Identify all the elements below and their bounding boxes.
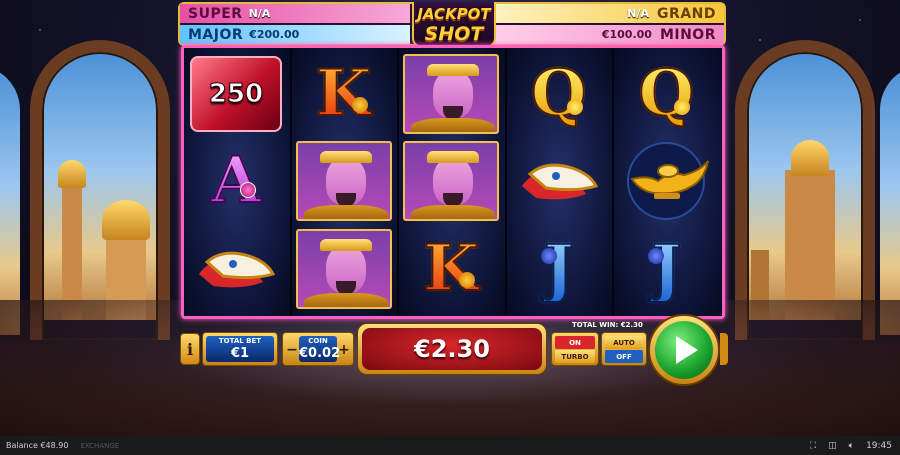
history-icon[interactable]: ◫: [828, 441, 837, 451]
genie-icon: [403, 54, 500, 134]
blue-gem-icon: [540, 248, 557, 264]
control-bar: i TOTAL BET €1 − COIN €0.02 + €2.30 TOTA…: [0, 314, 900, 386]
letter-j-symbol: J: [618, 228, 714, 310]
letter-a: A: [210, 143, 262, 218]
total-bet-panel[interactable]: TOTAL BET €1: [202, 332, 278, 366]
slipper-symbol: [188, 228, 284, 310]
jackpot-minor: €100.00 MINOR: [494, 25, 724, 44]
reel-4: Q J: [506, 48, 615, 316]
jackpot-grand-value: N/A: [627, 7, 650, 20]
right-arch-frame: [735, 40, 875, 340]
letter-q-symbol: Q: [618, 53, 714, 135]
jackpot-minor-label: MINOR: [659, 26, 716, 43]
red-jewel-icon: 250: [190, 56, 282, 132]
jackpot-minor-value: €100.00: [601, 28, 652, 41]
genie-icon: [295, 229, 392, 309]
jackpot-super-label: SUPER: [188, 5, 243, 22]
play-icon: [676, 336, 698, 364]
genie-symbol: [295, 140, 392, 222]
genie-symbol: [295, 228, 392, 310]
orange-gem-icon: [351, 97, 368, 113]
coin-value: €0.02: [299, 346, 341, 361]
jackpot-major-label: MAJOR: [188, 26, 244, 43]
autoplay-toggle[interactable]: AUTO OFF: [601, 332, 647, 366]
jackpot-super: SUPER N/A: [180, 4, 410, 23]
reel-1: 250 A: [184, 48, 292, 316]
status-bar: Balance €48.90 EXCHANGE ⛶ ◫ 🔈︎ 19:45: [0, 436, 900, 455]
right-edge-window: [880, 65, 900, 335]
clock-time: 19:45: [866, 440, 892, 451]
slippers-icon: [521, 163, 598, 200]
slipper-symbol: [511, 140, 607, 222]
fullscreen-icon[interactable]: ⛶: [810, 441, 816, 451]
left-arch-frame: [30, 40, 170, 340]
lamp-symbol: [618, 140, 714, 222]
total-bet-label: TOTAL BET: [218, 337, 262, 345]
jackpot-banner: SUPER N/A N/A GRAND MAJOR €200.00 €100.0…: [178, 2, 726, 48]
total-bet-value: €1: [230, 346, 250, 361]
reel-5: Q J: [614, 48, 722, 316]
spin-button[interactable]: [648, 314, 720, 386]
letter-a-symbol: A: [188, 140, 284, 222]
genie-icon: [295, 141, 392, 221]
reel-2: K: [291, 48, 400, 316]
letter-k-symbol: K: [296, 53, 392, 135]
jewel-symbol: 250: [188, 53, 284, 135]
letter-j: J: [650, 231, 682, 306]
reel-frame: 250 A K K Q J Q J: [181, 45, 725, 319]
letter-q: Q: [530, 56, 588, 131]
letter-k: K: [315, 56, 373, 131]
coin-label: COIN: [308, 337, 328, 345]
genie-symbol: [403, 140, 500, 222]
reel-3: K: [399, 48, 507, 316]
sound-icon[interactable]: 🔈︎: [849, 441, 854, 451]
auto-label: AUTO: [605, 336, 643, 349]
jackpot-major-value: €200.00: [249, 28, 300, 41]
letter-k-symbol: K: [403, 228, 499, 310]
logo-line-2: SHOT: [424, 23, 484, 45]
turbo-toggle[interactable]: ON TURBO: [551, 332, 599, 366]
auto-off-label: OFF: [605, 350, 643, 363]
win-display: €2.30: [357, 323, 547, 375]
jackpot-super-value: N/A: [248, 7, 271, 20]
brand-logo: EXCHANGE: [80, 441, 120, 450]
genie-icon: [403, 141, 500, 221]
letter-j-symbol: J: [511, 228, 607, 310]
yellow-gem-icon: [566, 99, 583, 115]
balance-text: Balance €48.90: [6, 441, 69, 450]
turbo-label: TURBO: [555, 350, 595, 363]
jackpot-major: MAJOR €200.00: [180, 25, 410, 44]
total-win-text: TOTAL WIN: €2.30: [572, 321, 643, 329]
coin-plus-button[interactable]: +: [337, 341, 351, 359]
turbo-on-label: ON: [555, 336, 595, 349]
letter-j: J: [543, 231, 575, 306]
logo-line-1: JACKPOT: [417, 5, 491, 23]
info-button[interactable]: i: [180, 333, 200, 365]
pink-gem-icon: [240, 182, 256, 198]
reels-grid: 250 A K K Q J Q J: [184, 48, 722, 316]
genie-symbol: [403, 53, 500, 135]
letter-q: Q: [638, 56, 696, 131]
jewel-value: 250: [208, 79, 264, 110]
coin-panel: − COIN €0.02 +: [282, 332, 354, 366]
left-edge-window: [0, 65, 20, 335]
jackpot-grand-label: GRAND: [657, 5, 716, 22]
magic-lamp-icon: [627, 142, 710, 220]
slippers-icon: [199, 251, 276, 288]
letter-q-symbol: Q: [511, 53, 607, 135]
jackpot-grand: N/A GRAND: [494, 4, 724, 23]
win-amount: €2.30: [362, 328, 542, 370]
letter-k: K: [422, 231, 480, 306]
coin-minus-button[interactable]: −: [285, 341, 299, 359]
jackpot-shot-logo: JACKPOT SHOT: [412, 2, 496, 48]
control-bar-cap: [720, 333, 728, 365]
